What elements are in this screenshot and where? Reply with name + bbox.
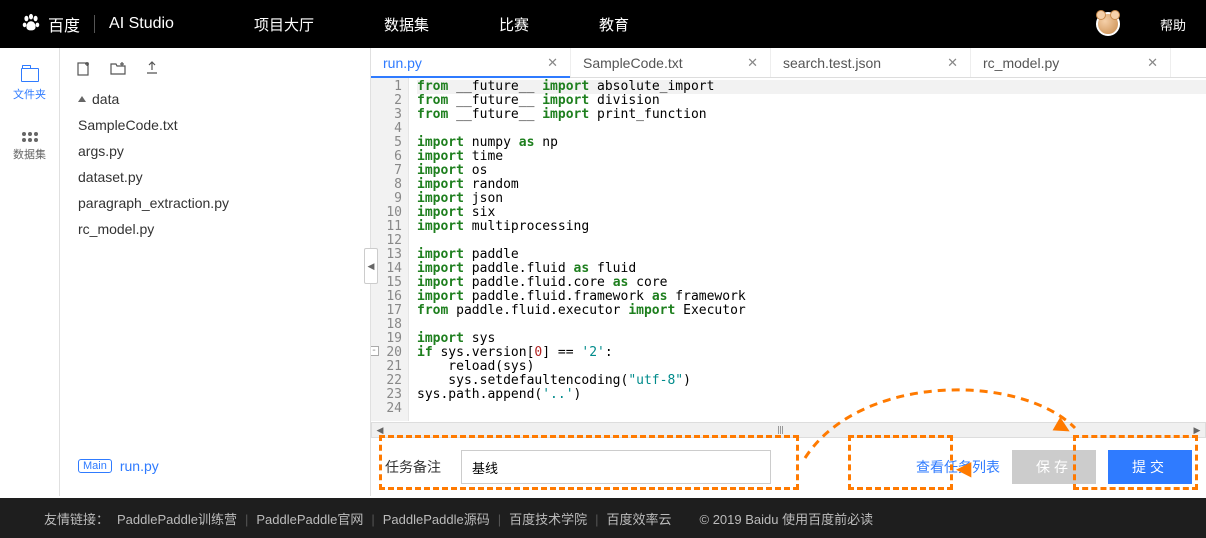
folder-icon — [21, 68, 39, 82]
tree-file-label: args.py — [78, 143, 124, 159]
scroll-grip[interactable] — [755, 425, 805, 435]
tree-file-label: paragraph_extraction.py — [78, 195, 229, 211]
editor-tabs: run.py✕SampleCode.txt✕search.test.json✕r… — [371, 48, 1206, 78]
tree-file[interactable]: dataset.py — [60, 164, 370, 190]
task-bar: 任务备注 查看任务列表 保存 提交 — [371, 438, 1206, 496]
new-folder-icon[interactable] — [110, 60, 126, 76]
collapse-handle[interactable]: ◀ — [364, 248, 378, 284]
caret-up-icon — [78, 96, 86, 102]
tree-toolbar — [60, 58, 370, 86]
nav-projects[interactable]: 项目大厅 — [254, 14, 314, 35]
tree-file[interactable]: args.py — [60, 138, 370, 164]
footer-link[interactable]: PaddlePaddle官网 — [256, 512, 363, 527]
tree-file[interactable]: rc_model.py — [60, 216, 370, 242]
editor-tab[interactable]: SampleCode.txt ✕ — [571, 48, 771, 77]
view-task-list-link[interactable]: 查看任务列表 — [916, 457, 1000, 477]
nav-competitions[interactable]: 比赛 — [499, 14, 529, 35]
footer-link[interactable]: PaddlePaddle源码 — [383, 512, 490, 527]
sidebar-datasets-label: 数据集 — [13, 146, 46, 162]
divider — [94, 15, 95, 33]
code-area[interactable]: 123456789101112131415161718192021222324 … — [371, 78, 1206, 421]
brand-cn: 百度 — [48, 12, 80, 36]
file-tree: data SampleCode.txt args.py dataset.py para… — [60, 48, 370, 496]
logo[interactable]: 百度 AI Studio — [20, 12, 174, 36]
sidebar-datasets[interactable]: 数据集 — [13, 132, 46, 162]
help-link[interactable]: 帮助 — [1160, 15, 1186, 34]
sidebar-files[interactable]: 文件夹 — [13, 68, 46, 102]
tree-file[interactable]: paragraph_extraction.py — [60, 190, 370, 216]
left-sidebar: 文件夹 数据集 — [0, 48, 60, 496]
editor-tab[interactable]: rc_model.py ✕ — [971, 48, 1171, 77]
sidebar-files-label: 文件夹 — [13, 86, 46, 102]
nav-datasets[interactable]: 数据集 — [384, 14, 429, 35]
editor-tab[interactable]: run.py ✕ — [371, 48, 571, 77]
h-scrollbar[interactable]: ◀ ▶ — [371, 422, 1206, 438]
footer: 友情链接： PaddlePaddle训练营|PaddlePaddle官网|Pad… — [0, 498, 1206, 538]
save-button[interactable]: 保存 — [1012, 450, 1096, 484]
editor: ◀ run.py✕SampleCode.txt✕search.test.json… — [370, 48, 1206, 496]
tree-file-label: rc_model.py — [78, 221, 154, 237]
close-icon[interactable]: ✕ — [747, 55, 758, 71]
nav-education[interactable]: 教育 — [599, 14, 629, 35]
main-badge: Main — [78, 459, 112, 473]
scroll-right-icon[interactable]: ▶ — [1191, 425, 1203, 437]
brand-en: AI Studio — [109, 15, 174, 33]
footer-link[interactable]: 百度效率云 — [607, 512, 672, 527]
task-note-label: 任务备注 — [385, 457, 441, 477]
scroll-left-icon[interactable]: ◀ — [374, 425, 386, 437]
upload-icon[interactable] — [144, 60, 160, 76]
code-content[interactable]: from __future__ import absolute_importfr… — [409, 78, 1206, 421]
close-icon[interactable]: ✕ — [947, 55, 958, 71]
tree-file-label: SampleCode.txt — [78, 117, 178, 133]
tree-file[interactable]: SampleCode.txt — [60, 112, 370, 138]
footer-copyright: © 2019 Baidu 使用百度前必读 — [700, 509, 874, 528]
tree-folder-data[interactable]: data — [60, 86, 370, 112]
top-header: 百度 AI Studio 项目大厅 数据集 比赛 教育 帮助 — [0, 0, 1206, 48]
tab-label: SampleCode.txt — [583, 55, 683, 71]
top-nav: 项目大厅 数据集 比赛 教育 — [254, 14, 629, 35]
footer-link[interactable]: PaddlePaddle训练营 — [117, 512, 237, 527]
tree-folder-label: data — [92, 91, 119, 107]
tree-file-label: run.py — [120, 458, 159, 474]
task-note-input[interactable] — [461, 450, 771, 484]
tree-file-label: dataset.py — [78, 169, 143, 185]
main-area: 文件夹 数据集 data SampleCode.txt args.py datase… — [0, 48, 1206, 496]
user-avatar[interactable] — [1096, 12, 1120, 36]
grid-icon — [21, 132, 39, 142]
footer-link[interactable]: 百度技术学院 — [509, 512, 587, 527]
tab-label: run.py — [383, 55, 422, 71]
footer-prefix: 友情链接： — [44, 509, 109, 528]
editor-tab[interactable]: search.test.json ✕ — [771, 48, 971, 77]
tab-label: search.test.json — [783, 55, 881, 71]
tree-file[interactable]: Main run.py — [60, 242, 370, 496]
close-icon[interactable]: ✕ — [547, 55, 558, 71]
submit-button[interactable]: 提交 — [1108, 450, 1192, 484]
new-file-icon[interactable] — [76, 60, 92, 76]
tab-label: rc_model.py — [983, 55, 1059, 71]
close-icon[interactable]: ✕ — [1147, 55, 1158, 71]
baidu-paw-icon — [20, 13, 42, 35]
